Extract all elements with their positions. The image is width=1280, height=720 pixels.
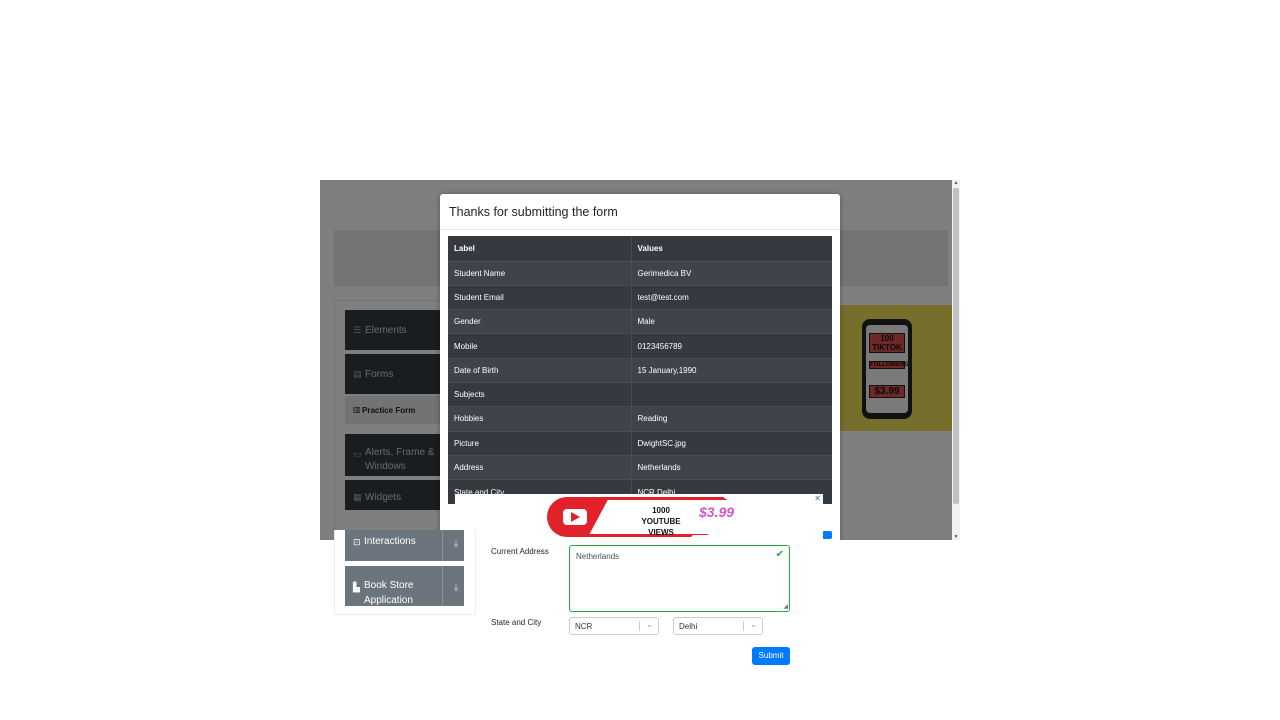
row-value — [631, 381, 832, 407]
table-row: Gender Male — [448, 309, 832, 334]
row-label: Subjects — [448, 381, 632, 407]
ad-line1: 1000 — [652, 506, 670, 515]
table-row: Hobbies Reading — [448, 406, 832, 432]
submit-button[interactable]: Submit — [752, 647, 790, 665]
browser-viewport: ☰ Elements ▤ Forms ▥ Practice Form ▭ Ale… — [320, 180, 960, 540]
row-value: Male — [631, 309, 832, 334]
row-label: Date of Birth — [448, 357, 632, 383]
separator — [442, 566, 443, 606]
row-value: 0123456789 — [631, 333, 832, 359]
table-row: Mobile 0123456789 — [448, 333, 832, 359]
city-select-value: Delhi — [679, 622, 698, 631]
scroll-down-arrow-icon[interactable]: ▼ — [953, 534, 959, 540]
row-value: DwightSC.jpg — [631, 430, 832, 456]
row-label: Student Name — [448, 260, 632, 286]
row-label: Address — [448, 454, 632, 480]
sidebar-group-label: Book Store Application — [364, 580, 414, 606]
chevron-down-icon[interactable]: ⌄ — [750, 620, 757, 629]
sidebar-group-interactions[interactable]: ⊡ Interactions ⤓ — [345, 530, 464, 561]
close-icon[interactable]: ✕ — [814, 494, 821, 503]
separator — [743, 621, 744, 631]
table-row: Student Name Gerimedica BV — [448, 260, 832, 286]
city-select[interactable]: Delhi ⌄ — [673, 617, 763, 635]
row-label: Hobbies — [448, 406, 632, 432]
state-select[interactable]: NCR ⌄ — [569, 617, 659, 635]
table-row: Student Email test@test.com — [448, 284, 832, 310]
current-address-label: Current Address — [491, 547, 549, 556]
close-large-modal-button[interactable] — [822, 531, 832, 539]
results-table: Label Values Student Name Gerimedica BV S… — [448, 236, 832, 504]
ad-price: $3.99 — [699, 504, 735, 520]
check-icon: ✔ — [775, 549, 784, 560]
separator — [639, 621, 640, 631]
resize-handle-icon[interactable]: ◢ — [783, 603, 788, 610]
submission-modal: Thanks for submitting the form Label Val… — [440, 194, 840, 540]
row-value: Reading — [631, 406, 832, 432]
scrollbar-thumb[interactable] — [953, 188, 959, 504]
row-value: test@test.com — [631, 284, 832, 310]
table-row: Address Netherlands — [448, 454, 832, 480]
state-city-label: State and City — [491, 618, 542, 627]
row-label: Picture — [448, 430, 632, 456]
scroll-up-arrow-icon[interactable]: ▲ — [953, 180, 959, 186]
column-header: Label — [448, 236, 632, 262]
column-header: Values — [631, 236, 832, 262]
sidebar-group-label: Interactions — [364, 536, 416, 547]
separator — [442, 530, 443, 561]
table-row: Date of Birth 15 January,1990 — [448, 357, 832, 383]
download-icon[interactable]: ⤓ — [454, 582, 458, 593]
book-icon: ▙ — [353, 582, 360, 592]
modal-title: Thanks for submitting the form — [449, 205, 618, 219]
chevron-down-icon[interactable]: ⌄ — [646, 620, 653, 629]
sidebar-group-book-store[interactable]: ▙ Book Store Application ⤓ — [345, 566, 464, 606]
bottom-ad-banner[interactable]: 1000 YOUTUBE VIEWS $3.99 ✕ — [455, 494, 823, 540]
table-header-row: Label Values — [448, 236, 832, 262]
current-address-value: Netherlands — [576, 552, 620, 561]
vertical-scrollbar[interactable]: ▲ ▼ — [952, 180, 960, 540]
interactions-icon: ⊡ — [353, 537, 361, 547]
table-row: Subjects — [448, 381, 832, 407]
modal-divider — [440, 229, 840, 230]
table-row: Picture DwightSC.jpg — [448, 430, 832, 456]
row-value: 15 January,1990 — [631, 357, 832, 383]
state-select-value: NCR — [575, 622, 593, 631]
ad-line2: YOUTUBE VIEWS — [641, 517, 681, 537]
row-value: Netherlands — [631, 454, 832, 480]
download-icon[interactable]: ⤓ — [454, 538, 458, 549]
current-address-textarea[interactable]: Netherlands ✔ ◢ — [569, 545, 790, 612]
row-label: Mobile — [448, 333, 632, 359]
ad-text: 1000 YOUTUBE VIEWS — [631, 505, 691, 538]
row-value: Gerimedica BV — [631, 260, 832, 286]
youtube-icon — [563, 509, 587, 525]
row-label: Gender — [448, 309, 632, 334]
row-label: Student Email — [448, 284, 632, 310]
